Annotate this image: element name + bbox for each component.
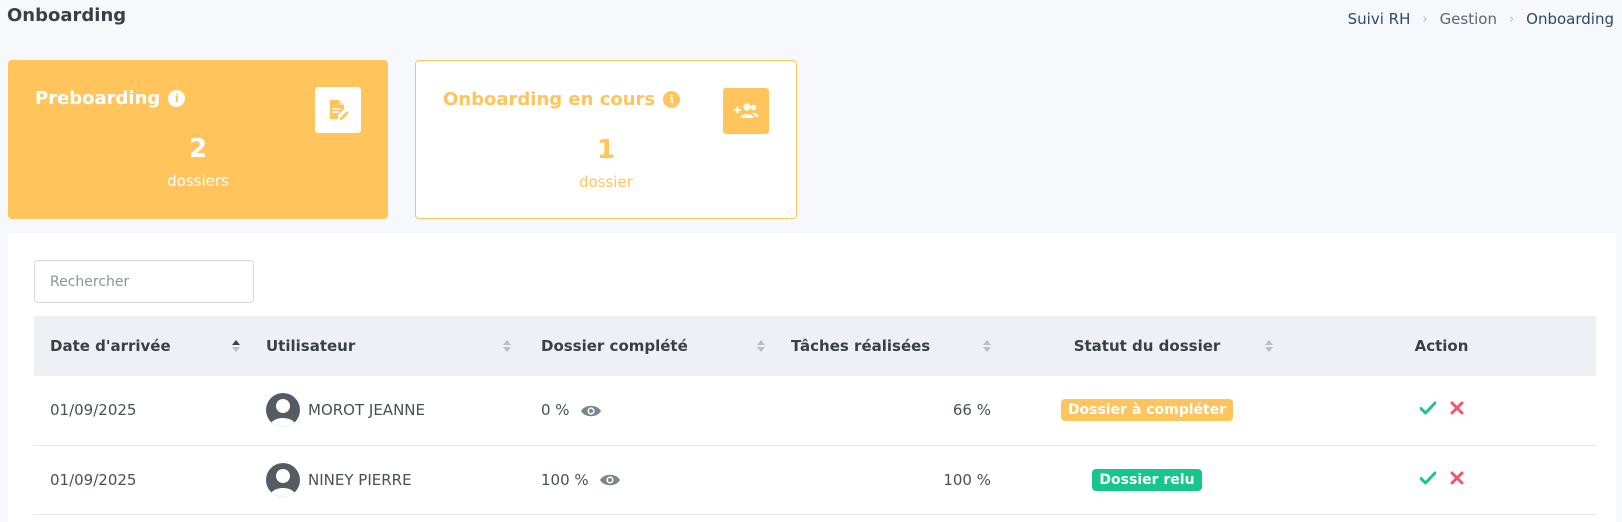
preboarding-card-button[interactable]	[315, 87, 361, 133]
user-name: MOROT JEANNE	[308, 401, 425, 420]
dossier-percent: 100 %	[541, 470, 589, 489]
check-icon[interactable]	[1419, 401, 1436, 415]
breadcrumb-item-onboarding[interactable]: Onboarding	[1526, 10, 1614, 28]
cell-date: 01/09/2025	[50, 470, 137, 489]
cell-taches: 66 %	[952, 401, 991, 420]
close-icon[interactable]	[1450, 471, 1464, 485]
onboarding-count: 1	[596, 135, 616, 165]
preboarding-title-label: Preboarding	[35, 88, 161, 109]
chevron-right-icon: ›	[1508, 11, 1515, 27]
breadcrumb-item-gestion: Gestion	[1439, 10, 1497, 28]
sort-icon[interactable]	[757, 340, 765, 352]
onboarding-table: Date d'arrivée Utilisateur Dossier compl…	[34, 316, 1596, 515]
column-header-taches[interactable]: Tâches réalisées	[775, 316, 1007, 376]
table-row: 01/09/2025 NINEY PIERRE 100 % 100 % Doss…	[34, 445, 1596, 514]
user-silhouette-icon	[270, 468, 296, 497]
onboarding-table-panel: Date d'arrivée Utilisateur Dossier compl…	[8, 233, 1616, 522]
sort-icon[interactable]	[1265, 340, 1273, 352]
breadcrumb-item-suivi-rh[interactable]: Suivi RH	[1348, 10, 1411, 28]
cell-statut: Dossier à compléter	[1007, 376, 1287, 445]
preboarding-unit: dossiers	[167, 172, 229, 190]
preboarding-card-title: Preboarding i	[35, 88, 186, 109]
status-badge: Dossier à compléter	[1060, 399, 1234, 422]
avatar	[266, 393, 300, 428]
onboarding-title-label: Onboarding en cours	[443, 89, 656, 110]
column-header-statut[interactable]: Statut du dossier	[1007, 316, 1287, 376]
search-input[interactable]	[34, 260, 254, 303]
info-icon[interactable]: i	[168, 90, 186, 107]
avatar	[266, 462, 300, 497]
onboarding-card-button[interactable]	[723, 88, 769, 134]
cell-statut: Dossier relu	[1007, 445, 1287, 514]
dossier-percent: 0 %	[541, 401, 570, 420]
cell-user: NINEY PIERRE	[250, 445, 525, 514]
check-icon[interactable]	[1419, 471, 1436, 485]
onboarding-card-title: Onboarding en cours i	[443, 89, 681, 110]
column-header-action: Action	[1414, 337, 1469, 355]
user-name: NINEY PIERRE	[308, 470, 412, 489]
onboarding-card[interactable]: Onboarding en cours i 1 dossier	[415, 60, 797, 219]
cell-date: 01/09/2025	[50, 401, 137, 420]
chevron-right-icon: ›	[1422, 11, 1428, 27]
column-header-date[interactable]: Date d'arrivée	[34, 316, 250, 376]
preboarding-card[interactable]: Preboarding i 2 dossiers	[8, 60, 388, 219]
cell-action	[1287, 445, 1596, 514]
cell-user: MOROT JEANNE	[250, 376, 525, 445]
sort-asc-icon[interactable]	[232, 340, 240, 352]
breadcrumb: Suivi RH › Gestion › Onboarding	[1348, 10, 1614, 28]
preboarding-count: 2	[188, 134, 208, 164]
table-header-row: Date d'arrivée Utilisateur Dossier compl…	[34, 316, 1596, 376]
user-add-icon	[734, 103, 759, 118]
user-silhouette-icon	[270, 399, 296, 428]
cell-taches: 100 %	[943, 470, 991, 489]
sort-icon[interactable]	[983, 340, 991, 352]
cell-action	[1287, 376, 1596, 445]
cell-dossier: 100 %	[525, 445, 775, 514]
eye-icon[interactable]	[599, 473, 621, 487]
onboarding-unit: dossier	[579, 173, 633, 191]
close-icon[interactable]	[1450, 401, 1464, 415]
info-icon[interactable]: i	[663, 91, 681, 108]
table-row: 01/09/2025 MOROT JEANNE 0 % 66 % Dossier	[34, 376, 1596, 445]
column-header-utilisateur[interactable]: Utilisateur	[250, 316, 525, 376]
cell-dossier: 0 %	[525, 376, 775, 445]
sort-icon[interactable]	[503, 340, 511, 352]
status-badge: Dossier relu	[1092, 468, 1202, 491]
eye-icon[interactable]	[580, 404, 602, 418]
file-edit-icon	[330, 100, 348, 120]
page-title: Onboarding	[7, 5, 127, 26]
column-header-dossier[interactable]: Dossier complété	[525, 316, 775, 376]
